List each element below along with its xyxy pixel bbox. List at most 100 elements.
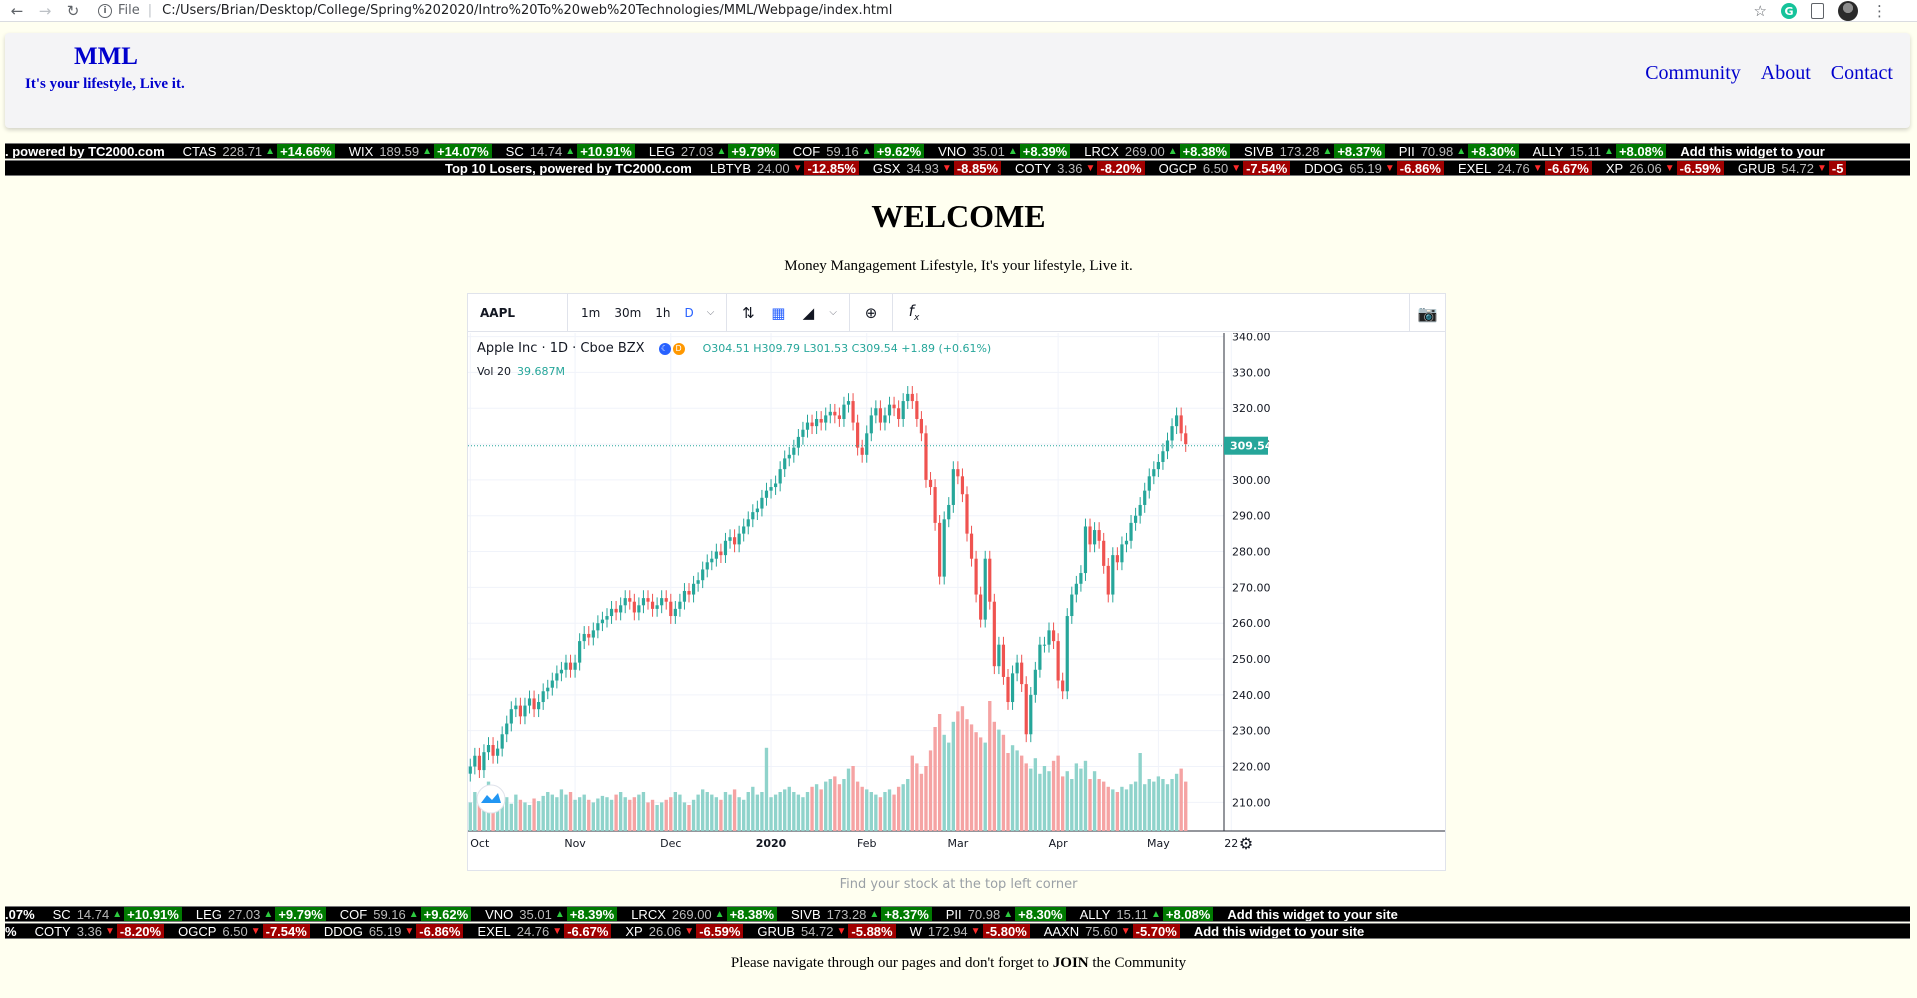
volume-bar [764, 747, 769, 831]
document-extension-icon[interactable] [1811, 3, 1824, 19]
ticker-item[interactable]: LRCX 269.00 ▲ +8.38% [1084, 144, 1231, 158]
ticker-item[interactable]: LBTYB 24.00 ▼ -12.85% [710, 161, 859, 175]
ticker-top-gainers[interactable]: . powered by TC2000.com CTAS 228.71 ▲ +14.66… [5, 143, 1910, 159]
ticker-item[interactable]: GSX 34.93 ▼ -8.85% [873, 161, 1002, 175]
ticker-item[interactable]: ALLY 15.11 ▲ +8.08% [1080, 907, 1214, 921]
interval-1m[interactable]: 1m [574, 306, 607, 320]
ticker-item[interactable]: VNO 35.01 ▲ +8.39% [938, 143, 1071, 159]
ticker-item[interactable]: SC 14.74 ▲ +10.91% [53, 907, 182, 921]
ticker-item[interactable]: ALLY 15.11 ▲ +8.08% [1533, 144, 1667, 158]
ticker-item[interactable]: LEG 27.03 ▲ +9.79% [649, 144, 779, 158]
add-widget-link[interactable]: Add this widget to your site [1194, 924, 1364, 938]
browser-menu-icon[interactable]: ⋮ [1872, 2, 1887, 20]
candle-body [1102, 540, 1106, 566]
nav-link-contact[interactable]: Contact [1831, 62, 1893, 85]
add-widget-link[interactable]: Add this widget to your site [1227, 907, 1397, 921]
legend-status: ☾ D [658, 342, 685, 355]
ticker-item[interactable]: OGCP 6.50 ▼ -7.54% [1159, 161, 1291, 175]
symbol-search[interactable]: AAPL [468, 293, 568, 332]
nav-link-community[interactable]: Community [1645, 62, 1741, 85]
nav-link-about[interactable]: About [1761, 62, 1811, 85]
indicators-fx-icon[interactable]: fx [899, 302, 929, 323]
ticker-symbol: CTAS [182, 143, 217, 159]
volume-bar [637, 794, 641, 831]
stock-chart-widget[interactable]: AAPL 1m 30m 1h D ⌵ ⇅ ▦ ◢ ⌵ ⊕ fx 📷 210.00… [467, 293, 1446, 871]
add-widget-link[interactable]: Add this widget to your [1680, 144, 1824, 158]
volume-bar [1106, 786, 1110, 831]
ticker-item[interactable]: PII 70.98 ▲ +8.30% [1399, 144, 1519, 158]
ticker-item[interactable]: SC 14.74 ▲ +10.91% [506, 144, 635, 158]
ticker-item[interactable]: COTY 3.36 ▼ -8.20% [35, 924, 165, 938]
ticker-item[interactable]: GRUB 54.72 ▼ -5 [1738, 161, 1847, 175]
ticker-item[interactable]: EXEL 24.76 ▼ -6.67% [1458, 161, 1592, 175]
candle-body [764, 490, 769, 498]
ticker-item[interactable]: COTY 3.36 ▼ -8.20% [1015, 161, 1145, 175]
site-logo[interactable]: MML [74, 43, 138, 71]
interval-dropdown-chevron-icon[interactable]: ⌵ [701, 307, 721, 318]
ticker-item[interactable]: GRUB 54.72 ▼ -5.88% [757, 924, 896, 938]
ticker-item[interactable]: DDOG 65.19 ▼ -6.86% [324, 924, 464, 938]
candle-body [691, 583, 696, 595]
info-icon[interactable]: i [98, 3, 112, 18]
bookmark-star-icon[interactable]: ☆ [1754, 2, 1767, 20]
volume-bar [978, 737, 983, 831]
ticker-item[interactable]: OGCP 6.50 ▼ -7.54% [178, 924, 310, 938]
ticker-symbol: VNO [938, 143, 967, 159]
area-style-icon[interactable]: ◢ [793, 304, 823, 322]
ticker-item[interactable]: DDOG 65.19 ▼ -6.86% [1304, 161, 1444, 175]
ticker-item[interactable]: CTAS 228.71 ▲ +14.66% [182, 143, 335, 159]
ticker-item[interactable]: EXEL 24.76 ▼ -6.67% [477, 924, 612, 938]
settings-gear-icon[interactable]: ⚙ [1239, 834, 1253, 853]
address-bar[interactable]: i File | C:/Users/Brian/Desktop/College/… [98, 2, 1748, 20]
interval-1h[interactable]: 1h [648, 306, 677, 320]
volume-bar [650, 799, 655, 831]
snapshot-camera-icon[interactable]: 📷 [1409, 294, 1445, 332]
ticker-item[interactable]: AAXN 75.60 ▼ -5.70% [1044, 924, 1180, 938]
ticker-item[interactable]: LEG 27.03 ▲ +9.79% [196, 907, 326, 921]
ticker-price: 228.71 [222, 143, 263, 159]
volume-bar [732, 789, 737, 831]
ticker-top-losers[interactable]: Top 10 Losers, powered by TC2000.com LBTY… [5, 160, 1910, 176]
down-arrow-icon: ▼ [1664, 162, 1675, 174]
interval-30m[interactable]: 30m [607, 306, 648, 320]
volume-bar [869, 792, 873, 831]
volume-bar [974, 732, 978, 831]
ticker-change: +8.08% [1615, 144, 1667, 158]
ticker-item[interactable]: SIVB 173.28 ▲ +8.37% [1244, 144, 1385, 158]
back-arrow-icon[interactable]: ← [6, 2, 28, 20]
join-link[interactable]: JOIN [1053, 955, 1089, 971]
candle-style-icon[interactable]: ▦ [763, 304, 793, 322]
ticker-item[interactable]: LRCX 269.00 ▲ +8.38% [631, 907, 778, 921]
ticker-item[interactable]: VNO 35.01 ▲ +8.39% [485, 907, 618, 921]
ticker-item[interactable]: COF 59.16 ▲ +9.62% [340, 907, 472, 921]
bar-style-icon[interactable]: ⇅ [733, 304, 763, 322]
volume-bar [705, 792, 709, 831]
ticker-price: 26.06 [1629, 160, 1662, 176]
volume-bar [1143, 784, 1147, 831]
candle-body [1179, 415, 1183, 434]
ticker-item[interactable]: XP 26.06 ▼ -6.59% [625, 924, 744, 938]
ticker-bottom-losers[interactable]: % COTY 3.36 ▼ -8.20% OGCP 6.50 ▼ -7.54% DDOG 65.19… [5, 923, 1910, 939]
ticker-item[interactable]: XP 26.06 ▼ -6.59% [1606, 160, 1724, 176]
candle-body [1042, 644, 1047, 646]
ticker-item[interactable]: W 172.94 ▼ -5.80% [910, 924, 1030, 938]
volume-bar [887, 789, 892, 831]
ticker-item[interactable]: SIVB 173.28 ▲ +8.37% [791, 907, 932, 921]
ticker-item[interactable]: COF 59.16 ▲ +9.62% [793, 144, 925, 158]
reload-icon[interactable]: ↻ [62, 2, 84, 20]
interval-d[interactable]: D [678, 306, 701, 320]
candlestick-chart[interactable]: 210.00 220.00 230.00 240.00 250.00 260.00 270.… [468, 331, 1445, 870]
volume-bar [514, 794, 518, 831]
volume-bar [1111, 789, 1115, 831]
forward-arrow-icon[interactable]: → [34, 2, 56, 20]
url-text[interactable]: C:/Users/Brian/Desktop/College/Spring%20… [162, 3, 892, 18]
compare-plus-icon[interactable]: ⊕ [856, 304, 886, 322]
chart-style-chevron-icon[interactable]: ⌵ [823, 307, 843, 318]
ticker-item[interactable]: PII 70.98 ▲ +8.30% [946, 907, 1066, 921]
chart-area[interactable]: 210.00 220.00 230.00 240.00 250.00 260.00 270.… [468, 331, 1445, 870]
grammarly-extension-icon[interactable]: G [1781, 3, 1797, 19]
candle-body [587, 633, 591, 638]
ticker-bottom-gainers[interactable]: .07% SC 14.74 ▲ +10.91% LEG 27.03 ▲ +9.79% COF 59.… [5, 906, 1910, 922]
profile-avatar[interactable] [1838, 1, 1858, 21]
ticker-item[interactable]: WIX 189.59 ▲ +14.07% [349, 144, 492, 158]
